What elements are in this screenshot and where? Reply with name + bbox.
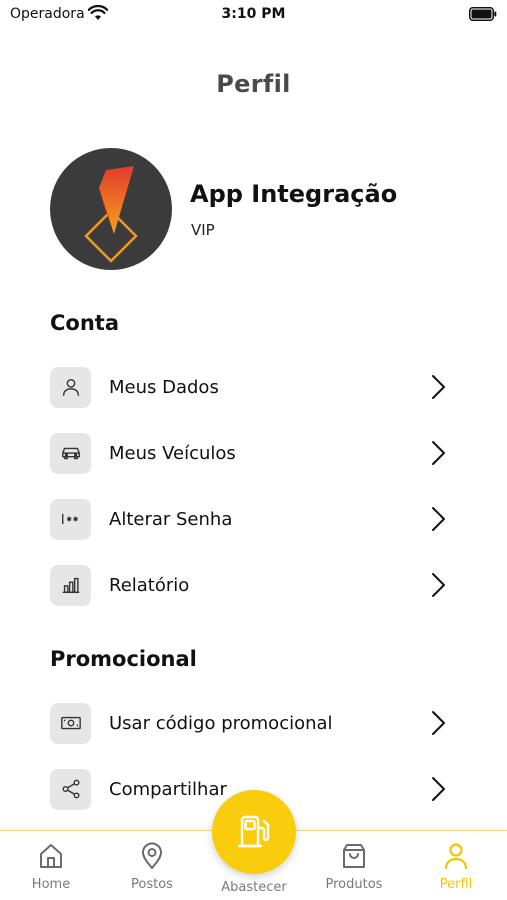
clock: 3:10 PM bbox=[221, 6, 286, 22]
section-title-promo: Promocional bbox=[50, 647, 197, 671]
menu-item-codigo-promocional[interactable]: Usar código promocional bbox=[50, 702, 460, 744]
section-title-account: Conta bbox=[50, 311, 119, 335]
menu-label: Meus Veículos bbox=[109, 442, 236, 464]
chevron-right-icon bbox=[432, 507, 445, 531]
bar-chart-icon bbox=[62, 577, 79, 594]
nav-label-abastecer: Abastecer bbox=[221, 880, 287, 895]
profile-name: App Integração bbox=[190, 180, 398, 208]
password-icon bbox=[61, 513, 78, 525]
menu-label: Meus Dados bbox=[109, 376, 219, 398]
user-icon bbox=[62, 378, 79, 396]
menu-label: Relatório bbox=[109, 574, 190, 596]
chevron-right-icon bbox=[432, 711, 445, 735]
status-bar: Operadora 3:10 PM bbox=[0, 0, 507, 30]
share-icon bbox=[62, 779, 79, 799]
chevron-right-icon bbox=[432, 777, 445, 801]
nav-label: Produtos bbox=[325, 877, 383, 892]
profile-tier: VIP bbox=[191, 221, 215, 239]
nav-label: Postos bbox=[131, 877, 173, 892]
cash-icon bbox=[60, 716, 81, 730]
battery-icon bbox=[469, 7, 497, 21]
nav-item-produtos[interactable]: Produtos bbox=[314, 841, 394, 897]
car-icon bbox=[61, 447, 80, 460]
nav-label: Perfil bbox=[439, 877, 473, 892]
menu-item-meus-dados[interactable]: Meus Dados bbox=[50, 366, 460, 408]
menu-label: Usar código promocional bbox=[109, 712, 333, 734]
menu-item-relatorio[interactable]: Relatório bbox=[50, 564, 460, 606]
home-icon bbox=[40, 844, 62, 868]
nav-item-perfil[interactable]: Perfil bbox=[416, 841, 496, 897]
chevron-right-icon bbox=[432, 573, 445, 597]
avatar bbox=[50, 148, 172, 270]
menu-item-meus-veiculos[interactable]: Meus Veículos bbox=[50, 432, 460, 474]
menu-label: Alterar Senha bbox=[109, 508, 233, 530]
abastecer-fab-button[interactable] bbox=[212, 790, 296, 874]
page-title: Perfil bbox=[216, 70, 291, 98]
shopping-bag-icon bbox=[343, 844, 365, 868]
brand-logo-icon bbox=[84, 166, 138, 263]
nav-item-postos[interactable]: Postos bbox=[112, 841, 192, 897]
nav-item-home[interactable]: Home bbox=[11, 841, 91, 897]
location-pin-icon bbox=[142, 842, 162, 869]
chevron-right-icon bbox=[432, 375, 445, 399]
chevron-right-icon bbox=[432, 441, 445, 465]
menu-item-alterar-senha[interactable]: Alterar Senha bbox=[50, 498, 460, 540]
user-icon bbox=[444, 843, 468, 870]
nav-label: Home bbox=[31, 877, 71, 892]
fuel-pump-icon bbox=[237, 815, 270, 848]
